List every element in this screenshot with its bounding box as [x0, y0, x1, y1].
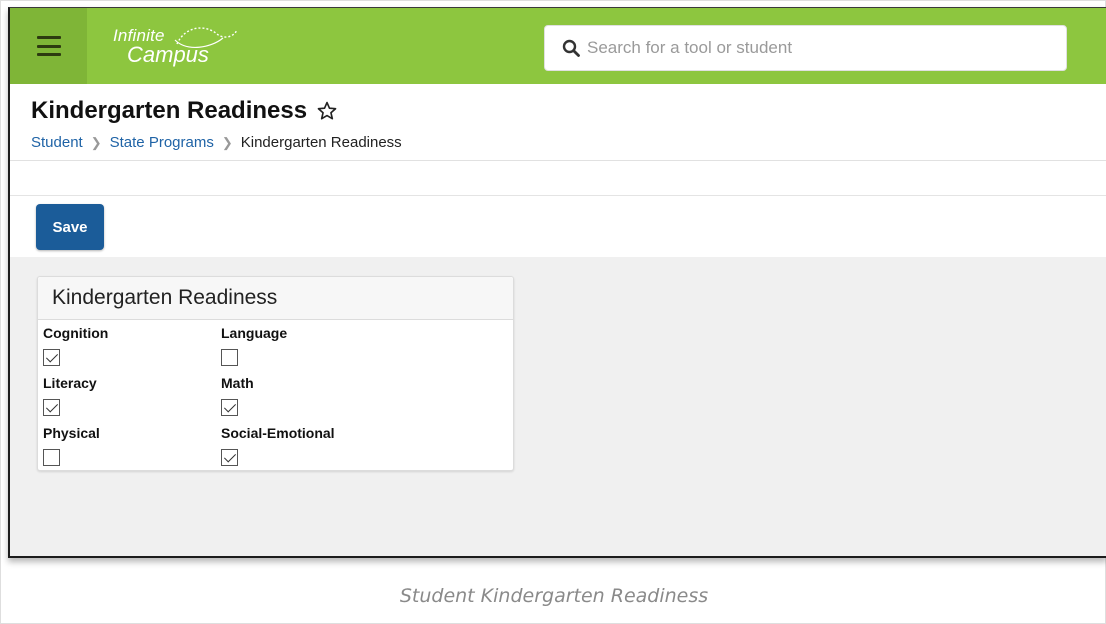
field-label: Language	[221, 325, 288, 341]
literacy-checkbox[interactable]	[43, 399, 60, 416]
field-cognition: Cognition	[43, 323, 213, 366]
breadcrumb: Student ❯ State Programs ❯ Kindergarten …	[31, 134, 402, 151]
menu-button[interactable]	[10, 8, 87, 84]
field-label: Math	[221, 375, 254, 391]
field-label: Social-Emotional	[221, 425, 335, 441]
field-physical: Physical	[43, 423, 213, 466]
panel-title: Kindergarten Readiness	[38, 277, 513, 320]
title-area: Kindergarten Readiness Student ❯ State P…	[10, 84, 1106, 161]
action-bar: Save	[10, 197, 1106, 257]
search-icon	[545, 25, 587, 71]
figure-caption: Student Kindergarten Readiness	[399, 585, 709, 607]
kindergarten-readiness-panel: Kindergarten Readiness Cognition Languag…	[37, 276, 514, 471]
field-label: Literacy	[43, 375, 97, 391]
content-area: Kindergarten Readiness Cognition Languag…	[10, 257, 1106, 556]
social-emotional-checkbox[interactable]	[221, 449, 238, 466]
breadcrumb-current: Kindergarten Readiness	[240, 134, 402, 151]
chevron-right-icon: ❯	[221, 134, 233, 150]
breadcrumb-student[interactable]: Student	[31, 134, 83, 151]
app-window: Infinite Campus Kindergarten R	[8, 7, 1106, 558]
save-button[interactable]: Save	[36, 204, 104, 250]
divider-row	[10, 162, 1106, 196]
infinite-campus-logo[interactable]: Infinite Campus	[113, 22, 263, 72]
breadcrumb-state-programs[interactable]: State Programs	[110, 134, 214, 151]
field-math: Math	[221, 373, 391, 416]
top-bar: Infinite Campus	[10, 8, 1106, 84]
hamburger-icon	[36, 36, 61, 56]
cognition-checkbox[interactable]	[43, 349, 60, 366]
math-checkbox[interactable]	[221, 399, 238, 416]
logo-swoosh-icon	[174, 27, 238, 48]
chevron-right-icon: ❯	[90, 134, 102, 150]
search-input[interactable]	[587, 26, 1066, 70]
page-title-text: Kindergarten Readiness	[31, 97, 308, 124]
language-checkbox[interactable]	[221, 349, 238, 366]
field-language: Language	[221, 323, 391, 366]
page-title: Kindergarten Readiness	[31, 97, 338, 125]
field-label: Physical	[43, 425, 100, 441]
field-literacy: Literacy	[43, 373, 213, 416]
field-label: Cognition	[43, 325, 109, 341]
field-social-emotional: Social-Emotional	[221, 423, 391, 466]
search-box[interactable]	[544, 25, 1067, 71]
star-icon[interactable]	[316, 100, 338, 122]
physical-checkbox[interactable]	[43, 449, 60, 466]
page-frame: Infinite Campus Kindergarten R	[0, 0, 1106, 624]
